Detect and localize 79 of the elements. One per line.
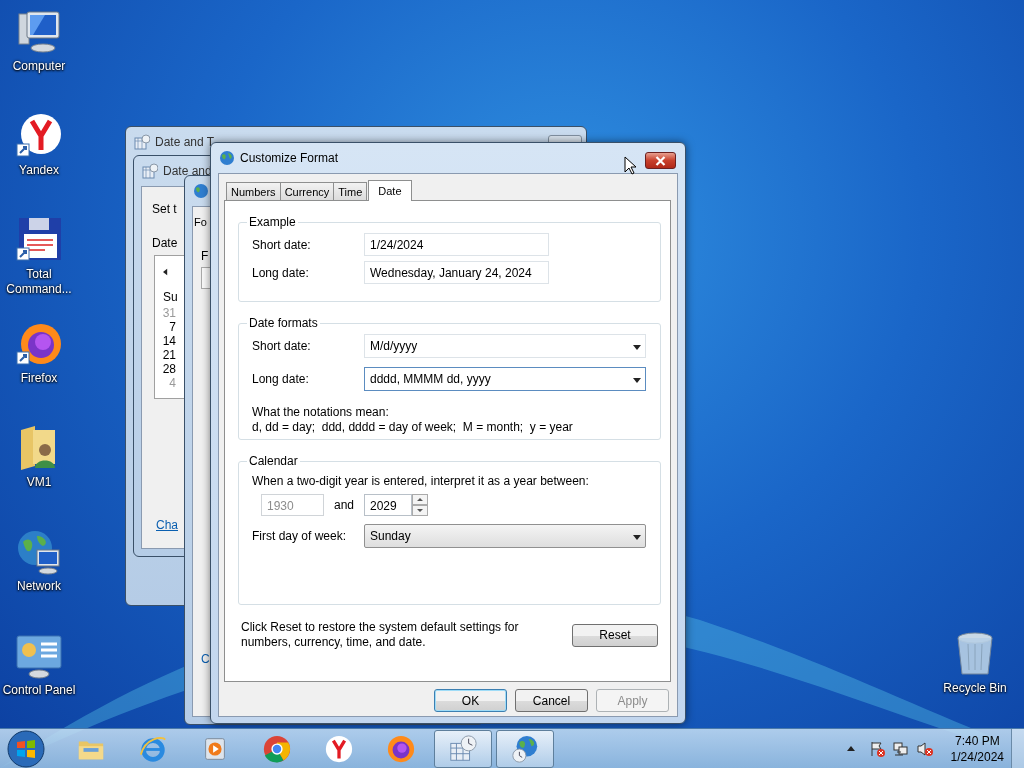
tab[interactable]: Currency	[279, 182, 335, 200]
show-hidden-icons-arrow-icon[interactable]	[846, 746, 855, 751]
previous-arrow-icon[interactable]	[163, 268, 168, 276]
desktop-icon-label[interactable]: Total Command...	[1, 267, 77, 297]
dropdown-arrow-icon	[633, 378, 641, 383]
settings-link[interactable]: C	[201, 652, 210, 666]
globe-clock-icon	[510, 733, 540, 764]
format-combo-box[interactable]: M/d/yyyy	[364, 334, 646, 358]
close-button[interactable]	[645, 152, 676, 169]
chrome-icon	[262, 733, 292, 764]
calendar-clock-icon	[448, 733, 478, 764]
taskbar-button[interactable]	[434, 729, 492, 768]
group-title: Example	[248, 215, 297, 229]
calendar-day[interactable]: 21	[160, 348, 176, 362]
field-label: First day of week:	[252, 529, 348, 543]
tab[interactable]: Numbers	[226, 182, 281, 200]
floppy-disk-icon[interactable]	[15, 216, 63, 264]
desktop-icon-label[interactable]: Control Panel	[1, 683, 77, 698]
yandex-icon[interactable]	[15, 112, 63, 160]
network-globe-icon[interactable]	[15, 528, 63, 576]
globe-icon	[193, 183, 209, 199]
calendar-clock-icon	[142, 163, 158, 179]
clock-time[interactable]: 7:40 PM	[954, 732, 1000, 749]
start-button[interactable]	[6, 728, 46, 768]
clock-date[interactable]: 1/24/2024	[950, 748, 1004, 765]
field-label: Short date:	[252, 237, 312, 252]
calendar-day[interactable]: 7	[160, 320, 176, 334]
computer-icon[interactable]	[15, 8, 63, 56]
instruction-text: Set t	[152, 202, 177, 216]
reset-button[interactable]: Reset	[572, 623, 658, 647]
notes-title: What the notations mean:	[252, 405, 390, 419]
date-label: Date	[152, 236, 178, 250]
window-title: Date and T	[155, 135, 215, 149]
format-label: F	[201, 249, 209, 263]
dropdown-arrow-icon	[633, 345, 641, 350]
control-panel-icon[interactable]	[15, 632, 63, 680]
desktop-icon-label[interactable]: VM1	[1, 475, 77, 490]
calendar-day[interactable]: 14	[160, 334, 176, 348]
desktop-icon-label[interactable]: Network	[1, 579, 77, 594]
show-desktop-button[interactable]	[1011, 729, 1024, 768]
desktop-icon-label[interactable]: Firefox	[1, 371, 77, 386]
weekday-header: Su	[163, 290, 178, 304]
field-label: Long date:	[252, 265, 310, 280]
field-label: Long date:	[252, 372, 310, 386]
window-title: Customize Format	[240, 151, 339, 165]
preview-field: 1/24/2024	[364, 233, 549, 256]
group-title: Date formats	[248, 316, 319, 330]
desktop-icon-label[interactable]: Yandex	[1, 163, 77, 178]
calendar-clock-icon	[134, 134, 150, 150]
network-icon[interactable]	[892, 740, 909, 757]
first-day-dropdown[interactable]: Sunday	[364, 524, 646, 548]
calendar-day[interactable]: 28	[160, 362, 176, 376]
close-icon	[655, 155, 666, 166]
year-spinner[interactable]	[412, 494, 428, 516]
volume-muted-icon[interactable]	[916, 740, 933, 757]
tab[interactable]: Time	[333, 182, 368, 200]
reset-note: Click Reset to restore the system default settings for numbers, currency, time, and date.	[241, 620, 520, 650]
change-link[interactable]: Cha	[156, 518, 178, 532]
globe-icon	[219, 150, 235, 166]
format-combo-box[interactable]: dddd, MMMM dd, yyyy	[364, 367, 646, 391]
formats-tab[interactable]: Fo	[194, 216, 207, 228]
dropdown-arrow-icon	[633, 535, 641, 540]
notation-legend: d, dd = day; ddd, dddd = day of week; M = month; y = year	[252, 420, 648, 434]
mouse-cursor-icon	[624, 156, 636, 175]
preview-field: Wednesday, January 24, 2024	[364, 261, 549, 284]
group-title: Calendar	[248, 454, 299, 468]
dialog-button[interactable]: Cancel	[515, 689, 588, 712]
taskbar-button[interactable]	[496, 729, 554, 768]
dialog-button[interactable]: OK	[434, 689, 507, 712]
and-label: and	[333, 498, 355, 512]
tab[interactable]: Date	[368, 180, 412, 201]
end-year-field[interactable]: 2029	[364, 494, 412, 516]
field-label: Short date:	[252, 339, 312, 353]
flag-warning-icon[interactable]	[868, 740, 885, 757]
desktop-icon-label[interactable]: Recycle Bin	[937, 681, 1013, 696]
yandex-icon	[324, 733, 354, 764]
desktop-icon-label[interactable]: Computer	[1, 59, 77, 74]
firefox-icon	[386, 733, 416, 764]
year-range-prompt: When a two-digit year is entered, interpret it as a year between:	[252, 474, 590, 488]
